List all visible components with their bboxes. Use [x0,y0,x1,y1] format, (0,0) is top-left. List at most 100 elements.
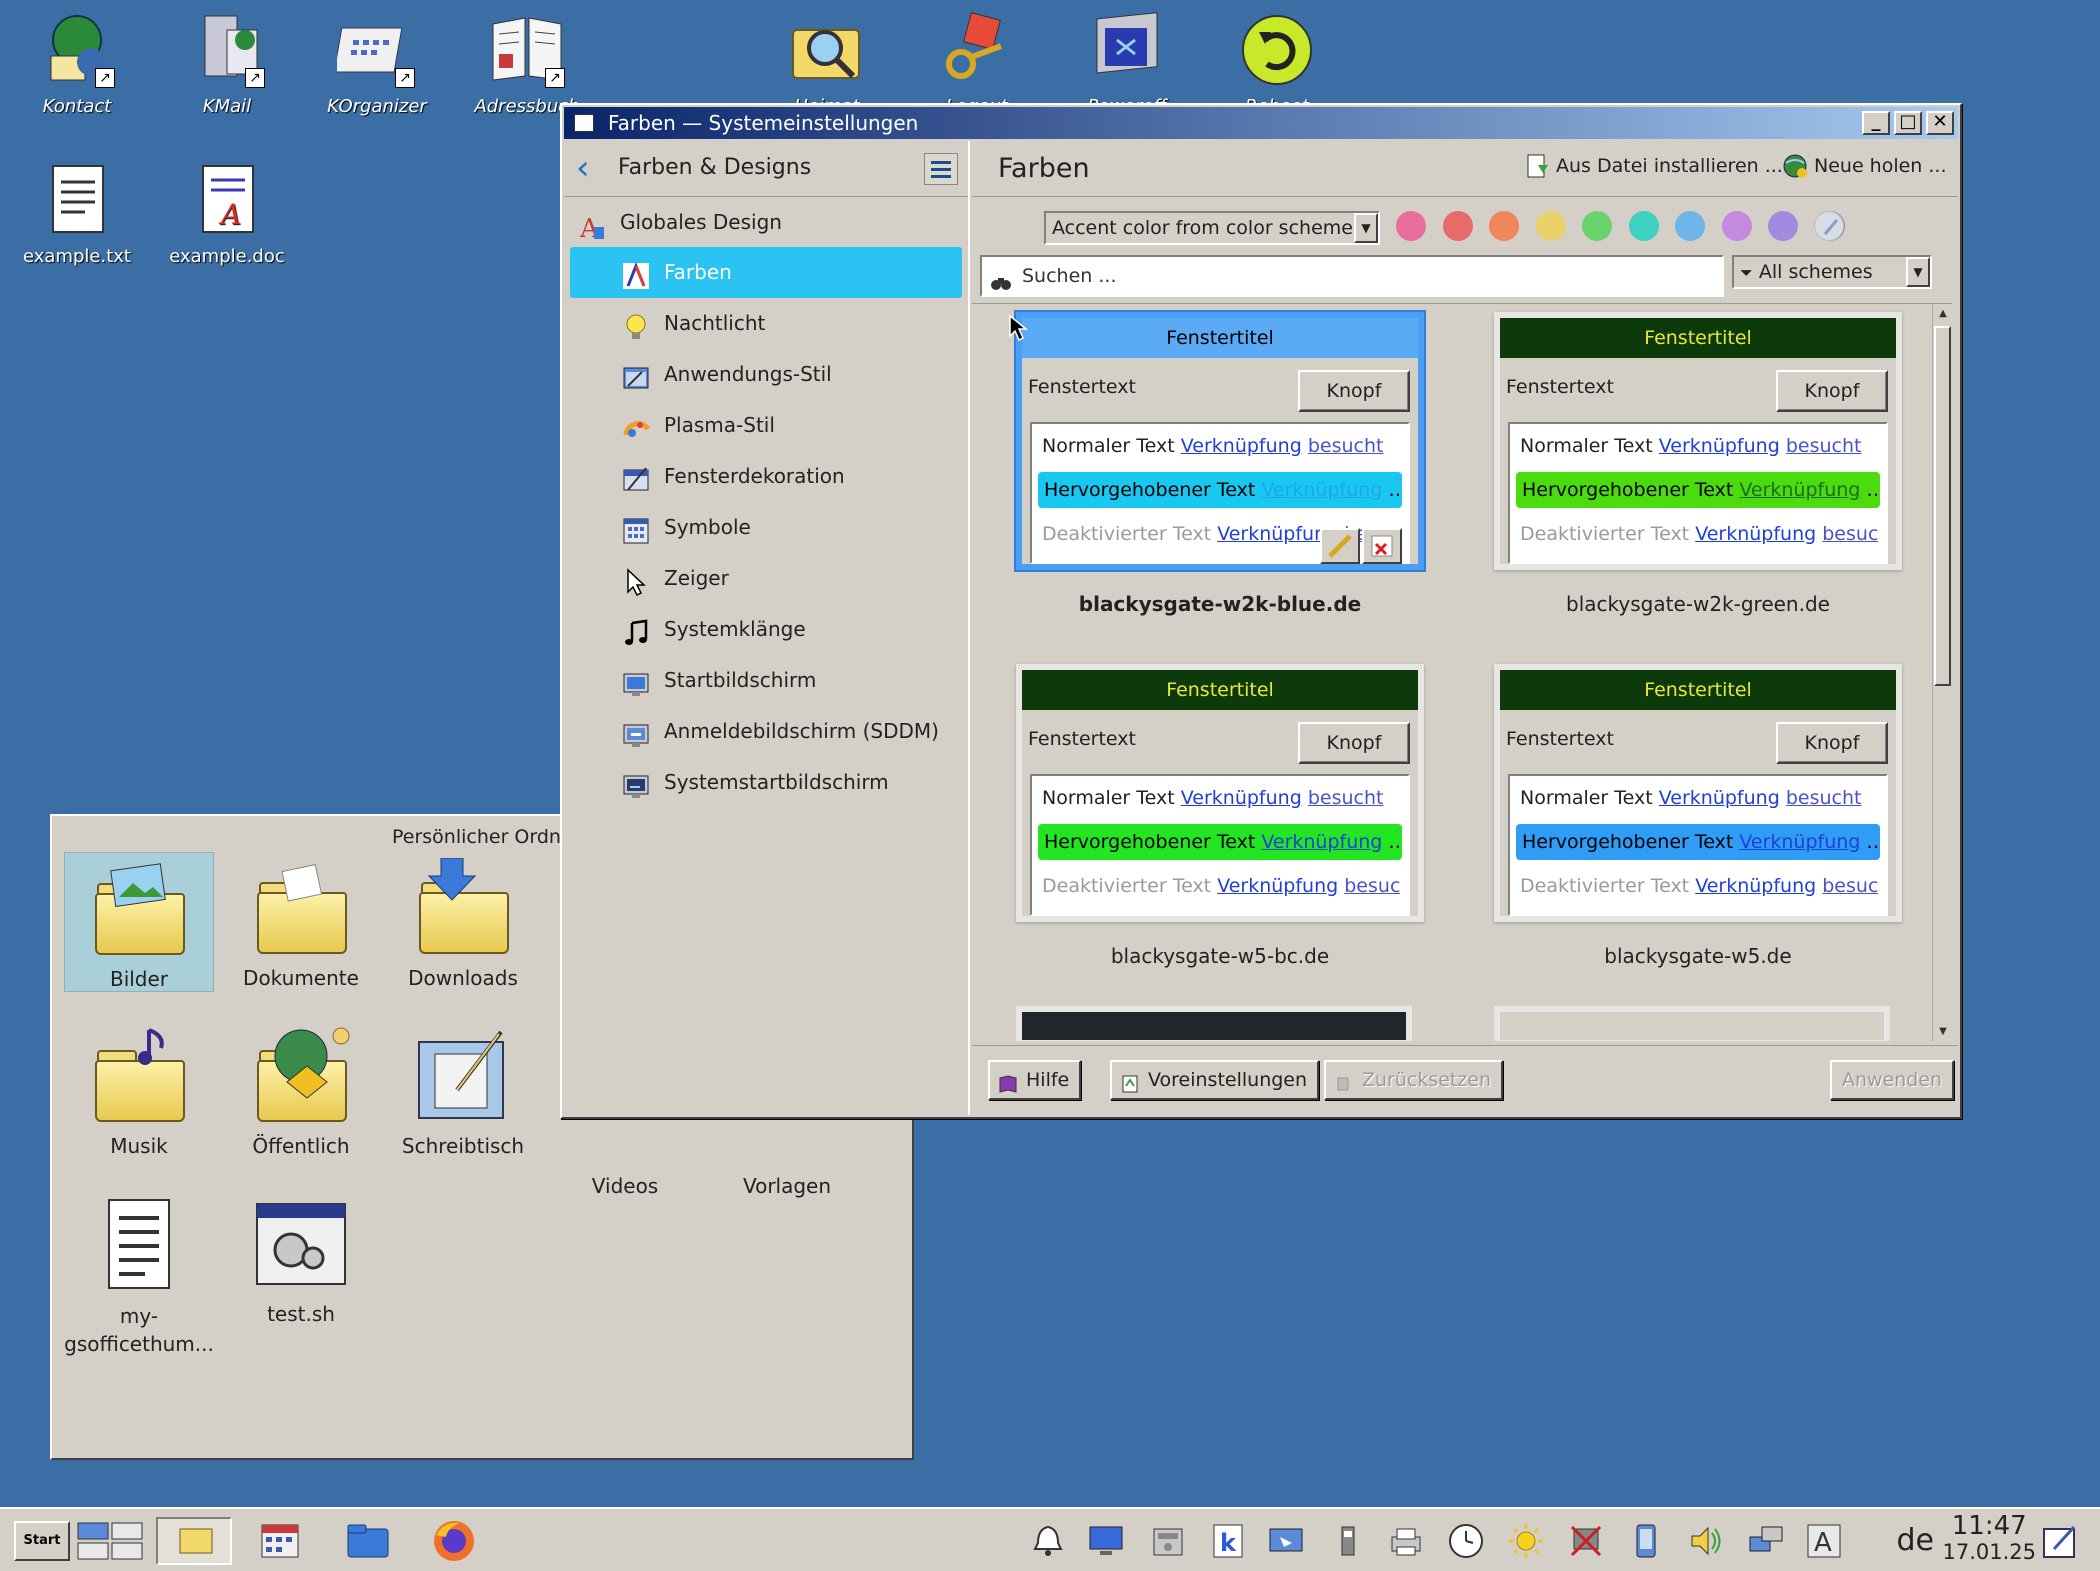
color-scheme-card[interactable]: Fenstertitel Fenstertext Knopf Normaler Tex… [1016,312,1424,616]
start-button[interactable]: Start [14,1521,70,1561]
desktop-icon-example-txt[interactable]: example.txt [2,160,152,267]
network-computers-icon[interactable] [1748,1523,1784,1559]
get-new-schemes-button[interactable]: Neue holen ... [1782,154,1947,178]
accent-swatch[interactable] [1489,211,1519,241]
color-scheme-card[interactable]: Fenstertitel Fenstertext Knopf Normaler Tex… [1494,312,1902,616]
keyboard-layout-indicator[interactable]: de [1897,1523,1935,1558]
edit-scheme-button[interactable] [1320,528,1360,564]
accent-swatch[interactable] [1535,211,1566,241]
window-decoration-icon [622,462,650,491]
sidebar-item-nachtlicht[interactable]: Nachtlicht [564,298,968,349]
color-scheme-card[interactable]: Fenstertitel Fenstertext Knopf Normaler Tex… [1016,664,1424,968]
search-input[interactable]: Suchen ... [980,255,1724,297]
apply-button[interactable]: Anwenden [1830,1060,1955,1100]
scroll-up-icon[interactable]: ▲ [1935,306,1951,322]
desktop-icon-kmail[interactable]: ↗ KMail [152,10,302,117]
folder-downloads[interactable]: Downloads [388,858,538,990]
taskbar-file-manager[interactable] [156,1517,232,1565]
notifications-bell-icon[interactable] [1030,1523,1066,1559]
clock[interactable]: 11:47 17.01.25 [1942,1513,2036,1565]
sidebar-item-symbole[interactable]: Symbole [564,502,968,553]
script-file-icon [251,1194,351,1294]
accent-swatch[interactable] [1675,211,1705,241]
partial-scheme-card [1494,1006,1890,1041]
accent-swatch[interactable] [1768,211,1798,241]
delete-scheme-button[interactable] [1362,528,1402,564]
sidebar-item-startbildschirm[interactable]: Startbildschirm [564,655,968,706]
brightness-sun-icon[interactable] [1508,1523,1544,1559]
folder-oeffentlich[interactable]: Öffentlich [226,1026,376,1158]
chevron-down-icon: ▼ [1906,257,1930,287]
volume-speaker-icon[interactable] [1688,1523,1724,1559]
sidebar-item-anwendungs-stil[interactable]: Anwendungs-Stil [564,349,968,400]
back-arrow-icon[interactable]: ‹ [576,151,590,185]
folder-videos[interactable]: Videos [550,1174,700,1204]
accent-swatch[interactable] [1442,211,1473,241]
accent-color-select[interactable]: Accent color from color scheme ▼ [1044,211,1380,245]
usb-device-icon[interactable] [1330,1523,1366,1559]
folder-schreibtisch[interactable]: Schreibtisch [388,1026,538,1158]
folder-dokumente[interactable]: Dokumente [226,858,376,990]
sidebar-title: Farben & Designs [618,155,812,180]
desktop-icon-heimat[interactable]: Heimat [752,10,902,117]
custom-color-picker-button[interactable] [1814,211,1844,241]
file-my-gsofficethumbnail[interactable]: my-gsofficethum... [64,1194,214,1358]
preview-window-title: Fenstertitel [1500,318,1896,358]
kmail-icon: ↗ [187,10,267,90]
desktop-icon-korganizer[interactable]: ↗ KOrganizer [302,10,452,117]
klipper-icon[interactable]: k [1210,1523,1246,1559]
accent-swatch[interactable] [1721,211,1752,241]
sidebar-item-anmeldebildschirm[interactable]: Anmeldebildschirm (SDDM) [564,706,968,757]
sidebar-item-systemklaenge[interactable]: Systemklänge [564,604,968,655]
scrollbar-thumb[interactable] [1934,326,1951,686]
reset-button[interactable]: Zurücksetzen [1324,1060,1504,1100]
taskbar-firefox-icon[interactable] [430,1517,478,1565]
sidebar-item-fensterdekoration[interactable]: Fensterdekoration [564,451,968,502]
maximize-button[interactable]: □ [1894,111,1922,135]
kdeconnect-phone-icon[interactable] [1628,1523,1664,1559]
accent-swatch[interactable] [1396,211,1426,241]
display-icon[interactable] [1088,1523,1124,1559]
sidebar-item-zeiger[interactable]: Zeiger [564,553,968,604]
preview-view: Normaler Text Verknüpfung besucht Hervorg… [1508,422,1888,564]
file-test-sh[interactable]: test.sh [226,1194,376,1326]
accent-swatch[interactable] [1582,211,1612,241]
sidebar-item-farben[interactable]: Farben [570,247,962,298]
desktop-icon-poweroff[interactable]: Poweroff [1052,10,1202,117]
folder-bilder[interactable]: Bilder [64,852,214,992]
svg-text:A: A [218,198,241,231]
folder-musik[interactable]: Musik [64,1026,214,1158]
filter-icon: ⏷ [1740,263,1753,282]
desktop-icon-logout[interactable]: Logout [902,10,1052,117]
sidebar-item-global-theme[interactable]: A Globales Design [564,197,968,247]
folder-vorlagen[interactable]: Vorlagen [712,1174,862,1204]
sidebar-item-systemstartbildschirm[interactable]: Systemstartbildschirm [564,757,968,808]
defaults-button[interactable]: Voreinstellungen [1110,1060,1320,1100]
color-scheme-card[interactable]: Fenstertitel Fenstertext Knopf Normaler Tex… [1494,664,1902,968]
taskbar-folder-icon[interactable] [344,1517,392,1565]
hamburger-menu-button[interactable] [924,153,958,185]
taskbar-calendar-icon[interactable] [256,1517,304,1565]
desktop-icon-adressbuch[interactable]: ↗ Adressbuch [452,10,602,117]
accent-swatch[interactable] [1628,211,1659,241]
font-a-icon[interactable]: A [1806,1523,1842,1559]
scrollbar[interactable]: ▲ ▼ [1932,304,1952,1041]
minimize-button[interactable]: _ [1862,111,1890,135]
sidebar-item-plasma-stil[interactable]: Plasma-Stil [564,400,968,451]
show-desktop-icon[interactable] [2040,1523,2076,1559]
help-button[interactable]: Hilfe [988,1060,1082,1100]
printer-icon[interactable] [1388,1523,1424,1559]
close-button[interactable]: ✕ [1926,111,1954,135]
screenshot-icon[interactable] [1268,1523,1304,1559]
install-from-file-button[interactable]: Aus Datei installieren ... [1524,154,1783,178]
desktop-icon-kontact[interactable]: ↗ Kontact [2,10,152,117]
clock-icon[interactable] [1448,1523,1484,1559]
virtual-desktops-pager[interactable] [76,1517,144,1565]
scroll-down-icon[interactable]: ▼ [1935,1024,1951,1040]
scheme-filter-select[interactable]: ⏷ All schemes ▼ [1732,255,1932,289]
desktop-icon-example-doc[interactable]: A example.doc [152,160,302,267]
desktop-icon-reboot[interactable]: Reboot [1202,10,1352,117]
hardware-icon[interactable] [1150,1523,1186,1559]
network-disconnected-icon[interactable] [1568,1523,1604,1559]
window-titlebar[interactable]: Farben — Systemeinstellungen _ □ ✕ [564,107,1958,139]
